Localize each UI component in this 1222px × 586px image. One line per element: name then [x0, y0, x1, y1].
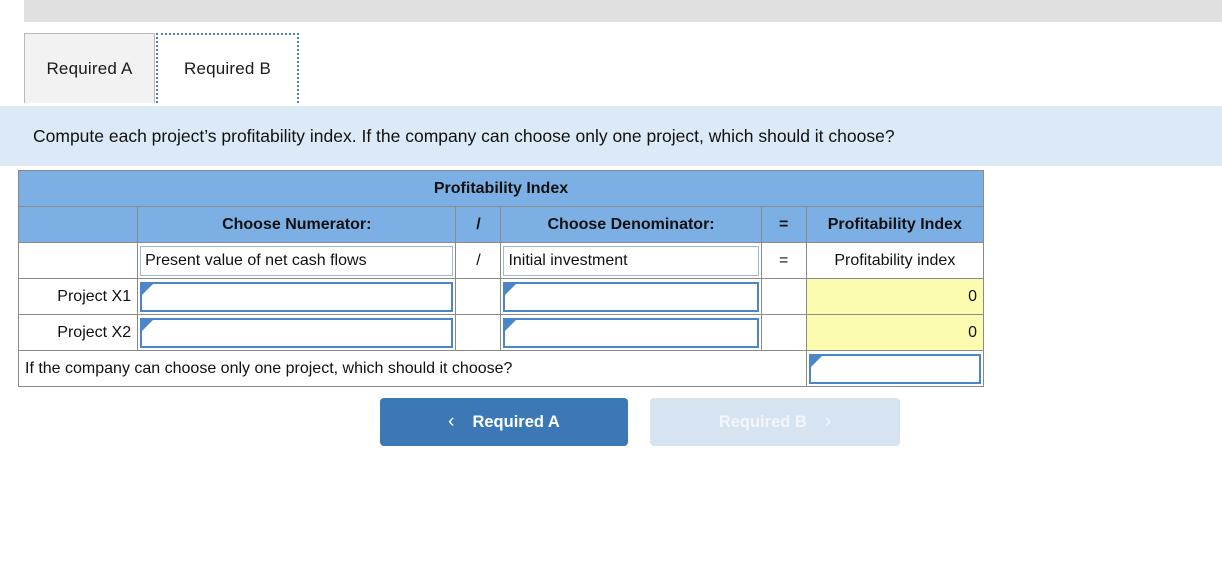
numerator-cell-x2 — [137, 314, 457, 351]
tab-strip: Required A Required B — [24, 33, 299, 103]
question-banner-text: Compute each project’s profitability ind… — [33, 125, 895, 146]
final-answer-dropdown[interactable] — [808, 353, 981, 384]
navigation-buttons: ‹ Required A Required B › — [380, 398, 900, 446]
header-result: Profitability Index — [805, 206, 985, 243]
equals-cell-x1 — [760, 278, 807, 315]
profitability-index-table: Profitability Index Choose Numerator: / … — [17, 170, 985, 387]
denominator-cell-x2 — [500, 314, 762, 351]
table-title-row: Profitability Index — [18, 170, 984, 207]
formula-equals: = — [760, 242, 807, 279]
prev-button-label: Required A — [472, 412, 560, 431]
row-label-project-x1: Project X1 — [17, 278, 139, 315]
next-required-b-button[interactable]: Required B › — [650, 398, 900, 446]
header-equals: = — [760, 206, 807, 243]
slash-cell-x2 — [455, 314, 502, 351]
tab-required-b-label: Required B — [183, 59, 272, 78]
formula-row: Present value of net cash flows / Initia… — [17, 242, 985, 279]
table-row: Project X1 0 — [17, 278, 985, 315]
formula-result: Profitability index — [805, 242, 985, 279]
tab-required-a-label: Required A — [46, 58, 133, 78]
header-blank — [17, 206, 139, 243]
final-answer-cell — [805, 350, 985, 387]
formula-row-label — [17, 242, 139, 279]
final-question-row: If the company can choose only one proje… — [18, 350, 985, 387]
denominator-dropdown-x1[interactable] — [503, 281, 759, 312]
header-slash: / — [455, 206, 502, 243]
formula-denominator-text: Initial investment — [503, 245, 759, 276]
equals-cell-x2 — [760, 314, 807, 351]
prev-required-a-button[interactable]: ‹ Required A — [380, 398, 628, 446]
table-title: Profitability Index — [18, 170, 984, 207]
result-cell-x1: 0 — [805, 278, 985, 315]
chevron-right-icon: › — [824, 411, 832, 432]
worksheet-page: Required A Required B Compute each proje… — [0, 0, 1222, 586]
final-question-text: If the company can choose only one proje… — [18, 350, 807, 387]
result-cell-x2: 0 — [805, 314, 985, 351]
question-banner: Compute each project’s profitability ind… — [0, 106, 1222, 166]
formula-slash: / — [455, 242, 502, 279]
row-label-project-x2: Project X2 — [17, 314, 139, 351]
numerator-dropdown-x2[interactable] — [140, 317, 454, 348]
formula-numerator-text: Present value of net cash flows — [140, 245, 454, 276]
chevron-left-icon: ‹ — [448, 411, 455, 432]
denominator-dropdown-x2[interactable] — [503, 317, 759, 348]
numerator-dropdown-x1[interactable] — [140, 281, 454, 312]
slash-cell-x1 — [455, 278, 502, 315]
header-denominator: Choose Denominator: — [500, 206, 762, 243]
tab-required-b[interactable]: Required B — [156, 33, 299, 103]
top-grey-bar — [24, 0, 1222, 22]
tab-required-a[interactable]: Required A — [24, 33, 155, 103]
next-button-label: Required B — [718, 412, 807, 431]
table-row: Project X2 0 — [17, 314, 985, 351]
formula-denominator-cell: Initial investment — [500, 242, 762, 279]
table-header-row: Choose Numerator: / Choose Denominator: … — [17, 206, 985, 243]
denominator-cell-x1 — [500, 278, 762, 315]
numerator-cell-x1 — [137, 278, 457, 315]
header-numerator: Choose Numerator: — [137, 206, 457, 243]
formula-numerator-cell: Present value of net cash flows — [137, 242, 457, 279]
